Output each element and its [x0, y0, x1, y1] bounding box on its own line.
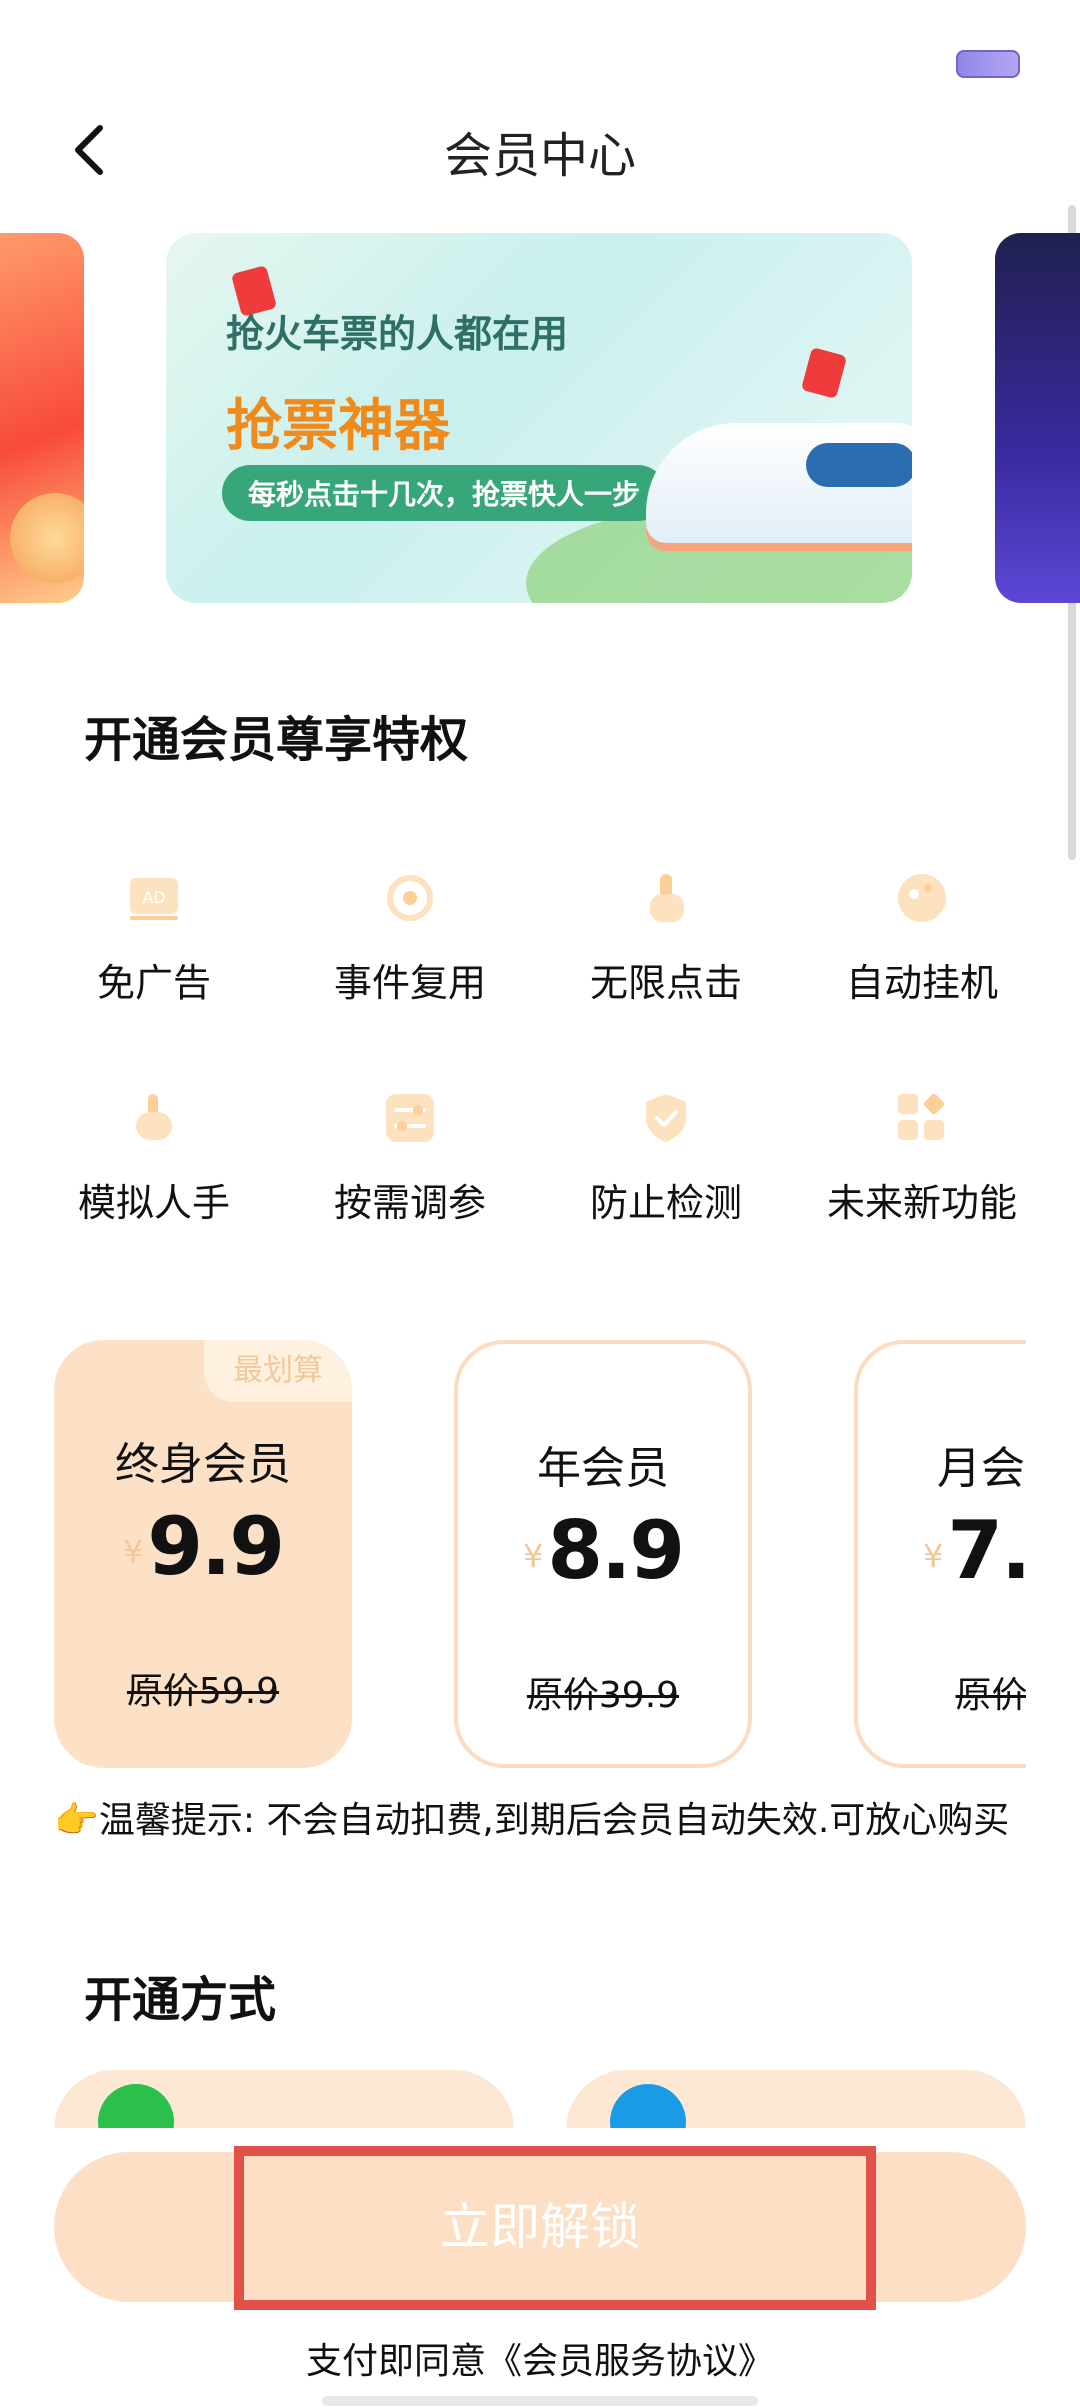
carousel-banner-prev[interactable]	[0, 233, 84, 603]
plan-card-lifetime[interactable]: 最划算 终身会员 ¥9.9 原价59.9	[54, 1340, 352, 1768]
red-envelope-icon	[800, 347, 848, 399]
feature-human-simulation: 模拟人手	[34, 1088, 274, 1227]
hand-icon	[124, 1088, 184, 1148]
svg-text:AD: AD	[142, 888, 165, 907]
banner-tagline: 每秒点击十几次，抢票快人一步	[222, 465, 667, 521]
coin-icon	[10, 493, 84, 583]
feature-auto-run: 自动挂机	[802, 868, 1042, 1007]
currency-symbol: ¥	[122, 1533, 143, 1572]
feature-anti-detection: 防止检测	[546, 1088, 786, 1227]
page-title: 会员中心	[443, 128, 636, 184]
plan-price: ¥7.9	[858, 1504, 1026, 1597]
feature-event-reuse: 事件复用	[290, 868, 530, 1007]
tip-text: 👉温馨提示: 不会自动扣费,到期后会员自动失效.可放心购买	[54, 1798, 1034, 1844]
plan-original-price: 原价59.9	[126, 1671, 280, 1712]
carousel-banner[interactable]: 抢火车票的人都在用 抢票神器 每秒点击十几次，抢票快人一步	[166, 233, 912, 603]
feature-label: 无限点击	[589, 961, 742, 1005]
currency-symbol: ¥	[522, 1537, 543, 1576]
plan-price-value: 9.9	[147, 1500, 285, 1593]
grid-plus-icon	[892, 1088, 952, 1148]
plan-list[interactable]: 最划算 终身会员 ¥9.9 原价59.9 年会员 ¥8.9 原价39.9 月会员…	[54, 1340, 1026, 1772]
currency-symbol: ¥	[922, 1537, 943, 1576]
plan-card-monthly[interactable]: 月会员 ¥7.9 原价1	[854, 1340, 1026, 1768]
plan-price: ¥8.9	[458, 1504, 748, 1597]
plan-price: ¥9.9	[54, 1500, 352, 1593]
plan-original-price: 原价1	[955, 1675, 1026, 1716]
plan-original-price: 原价39.9	[526, 1675, 680, 1716]
tip-message: 温馨提示: 不会自动扣费,到期后会员自动失效.可放心购买	[98, 1800, 1010, 1841]
feature-adjust-params: 按需调参	[290, 1088, 530, 1227]
feature-label: 防止检测	[589, 1181, 742, 1225]
feature-unlimited-click: 无限点击	[546, 868, 786, 1007]
feature-label: 未来新功能	[826, 1181, 1017, 1225]
train-window-graphic	[806, 443, 912, 487]
plan-name: 年会员	[537, 1443, 669, 1494]
auto-icon	[892, 868, 952, 928]
feature-future: 未来新功能	[802, 1088, 1042, 1227]
plan-name: 终身会员	[115, 1439, 291, 1490]
banner-headline: 抢火车票的人都在用	[226, 312, 569, 356]
plan-price-value: 8.9	[547, 1504, 685, 1597]
sliders-icon	[380, 1088, 440, 1148]
plan-price-value: 7.9	[947, 1504, 1026, 1597]
home-indicator[interactable]	[322, 2396, 758, 2406]
banner-title: 抢票神器	[226, 394, 450, 459]
ad-icon: AD	[124, 868, 184, 928]
best-value-badge: 最划算	[204, 1340, 352, 1402]
feature-label: 事件复用	[333, 961, 486, 1005]
feature-label: 按需调参	[333, 1181, 486, 1225]
feature-label: 自动挂机	[845, 961, 998, 1005]
plan-name: 月会员	[937, 1443, 1026, 1494]
carousel-banner-next[interactable]	[995, 233, 1080, 603]
tap-icon	[636, 868, 696, 928]
shield-check-icon	[636, 1088, 696, 1148]
feature-label: 模拟人手	[77, 1181, 230, 1225]
feature-no-ads: AD 免广告	[34, 868, 274, 1007]
feature-label: 免广告	[96, 961, 211, 1005]
payment-title: 开通方式	[84, 1972, 277, 2028]
refresh-icon	[380, 868, 440, 928]
pointing-hand-icon: 👉	[54, 1800, 99, 1841]
privileges-title: 开通会员尊享特权	[84, 712, 469, 768]
agreement-link[interactable]: 支付即同意《会员服务协议》	[0, 2332, 1080, 2384]
battery-icon	[956, 50, 1020, 78]
plan-card-yearly[interactable]: 年会员 ¥8.9 原价39.9	[454, 1340, 752, 1768]
unlock-button[interactable]: 立即解锁	[54, 2152, 1026, 2302]
